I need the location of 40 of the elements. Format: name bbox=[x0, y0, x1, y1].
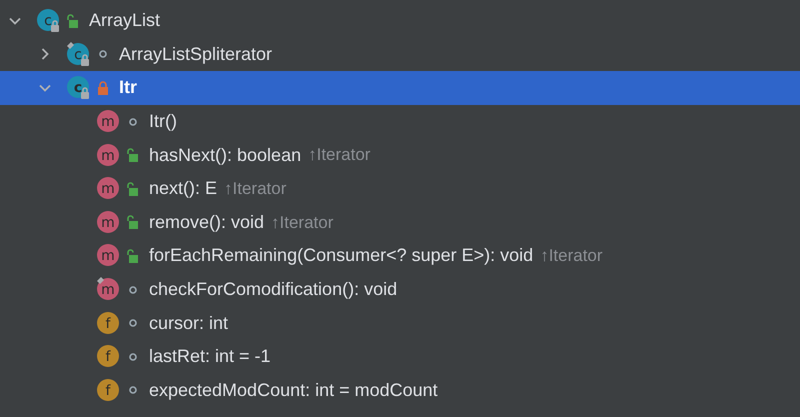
node-label: Itr bbox=[119, 76, 137, 100]
selected-tree-row[interactable]: c Itr bbox=[0, 71, 800, 105]
tree-row[interactable]: f lastRet: int = -1 bbox=[0, 340, 800, 374]
tree-row[interactable]: m remove(): void ↑Iterator bbox=[0, 206, 800, 240]
class-icon: c bbox=[66, 42, 91, 67]
tree-row[interactable]: m checkForComodification(): void bbox=[0, 272, 800, 306]
inherited-from-label: ↑Iterator bbox=[224, 178, 286, 200]
method-icon: m bbox=[96, 176, 121, 202]
tree-row[interactable]: m forEachRemaining(Consumer<? super E>): void ↑Iterator bbox=[0, 239, 800, 273]
node-label: hasNext(): boolean bbox=[149, 144, 302, 167]
class-icon: c bbox=[66, 75, 91, 100]
node-label: ArrayListSpliterator bbox=[119, 42, 272, 66]
node-label: expectedModCount: int = modCount bbox=[149, 378, 438, 402]
inherited-from-label: ↑Iterator bbox=[540, 245, 603, 268]
node-label: cursor: int bbox=[149, 312, 228, 335]
tree-row[interactable]: c ArrayListSpliterator bbox=[0, 38, 800, 72]
tree-row[interactable]: f cursor: int bbox=[0, 306, 800, 340]
method-icon: m bbox=[96, 142, 121, 168]
method-icon: m bbox=[96, 109, 121, 134]
inherited-from-label: ↑Iterator bbox=[308, 144, 370, 166]
node-label: Itr() bbox=[149, 110, 177, 134]
tree-row[interactable]: m next(): E ↑Iterator bbox=[0, 172, 800, 206]
tree-row[interactable]: f expectedModCount: int = modCount bbox=[0, 374, 800, 408]
method-icon: m bbox=[96, 210, 121, 235]
field-icon: f bbox=[96, 378, 121, 403]
node-label: ArrayList bbox=[89, 9, 160, 32]
inherited-from-label: ↑Iterator bbox=[271, 212, 334, 234]
method-icon: m bbox=[96, 243, 121, 268]
field-icon: f bbox=[96, 344, 121, 370]
node-label: remove(): void bbox=[149, 210, 264, 234]
tree-row[interactable]: m hasNext(): boolean ↑Iterator bbox=[0, 138, 800, 172]
node-label: lastRet: int = -1 bbox=[149, 345, 271, 368]
node-label: next(): E bbox=[149, 177, 218, 200]
tree-row[interactable]: c ArrayList bbox=[0, 4, 800, 38]
node-label: forEachRemaining(Consumer<? super E>): void bbox=[149, 244, 534, 268]
tree-row[interactable]: m Itr() bbox=[0, 104, 800, 138]
field-icon: f bbox=[96, 310, 121, 336]
method-icon: m bbox=[96, 277, 121, 302]
class-icon: c bbox=[36, 8, 61, 34]
node-label: checkForComodification(): void bbox=[149, 278, 398, 302]
